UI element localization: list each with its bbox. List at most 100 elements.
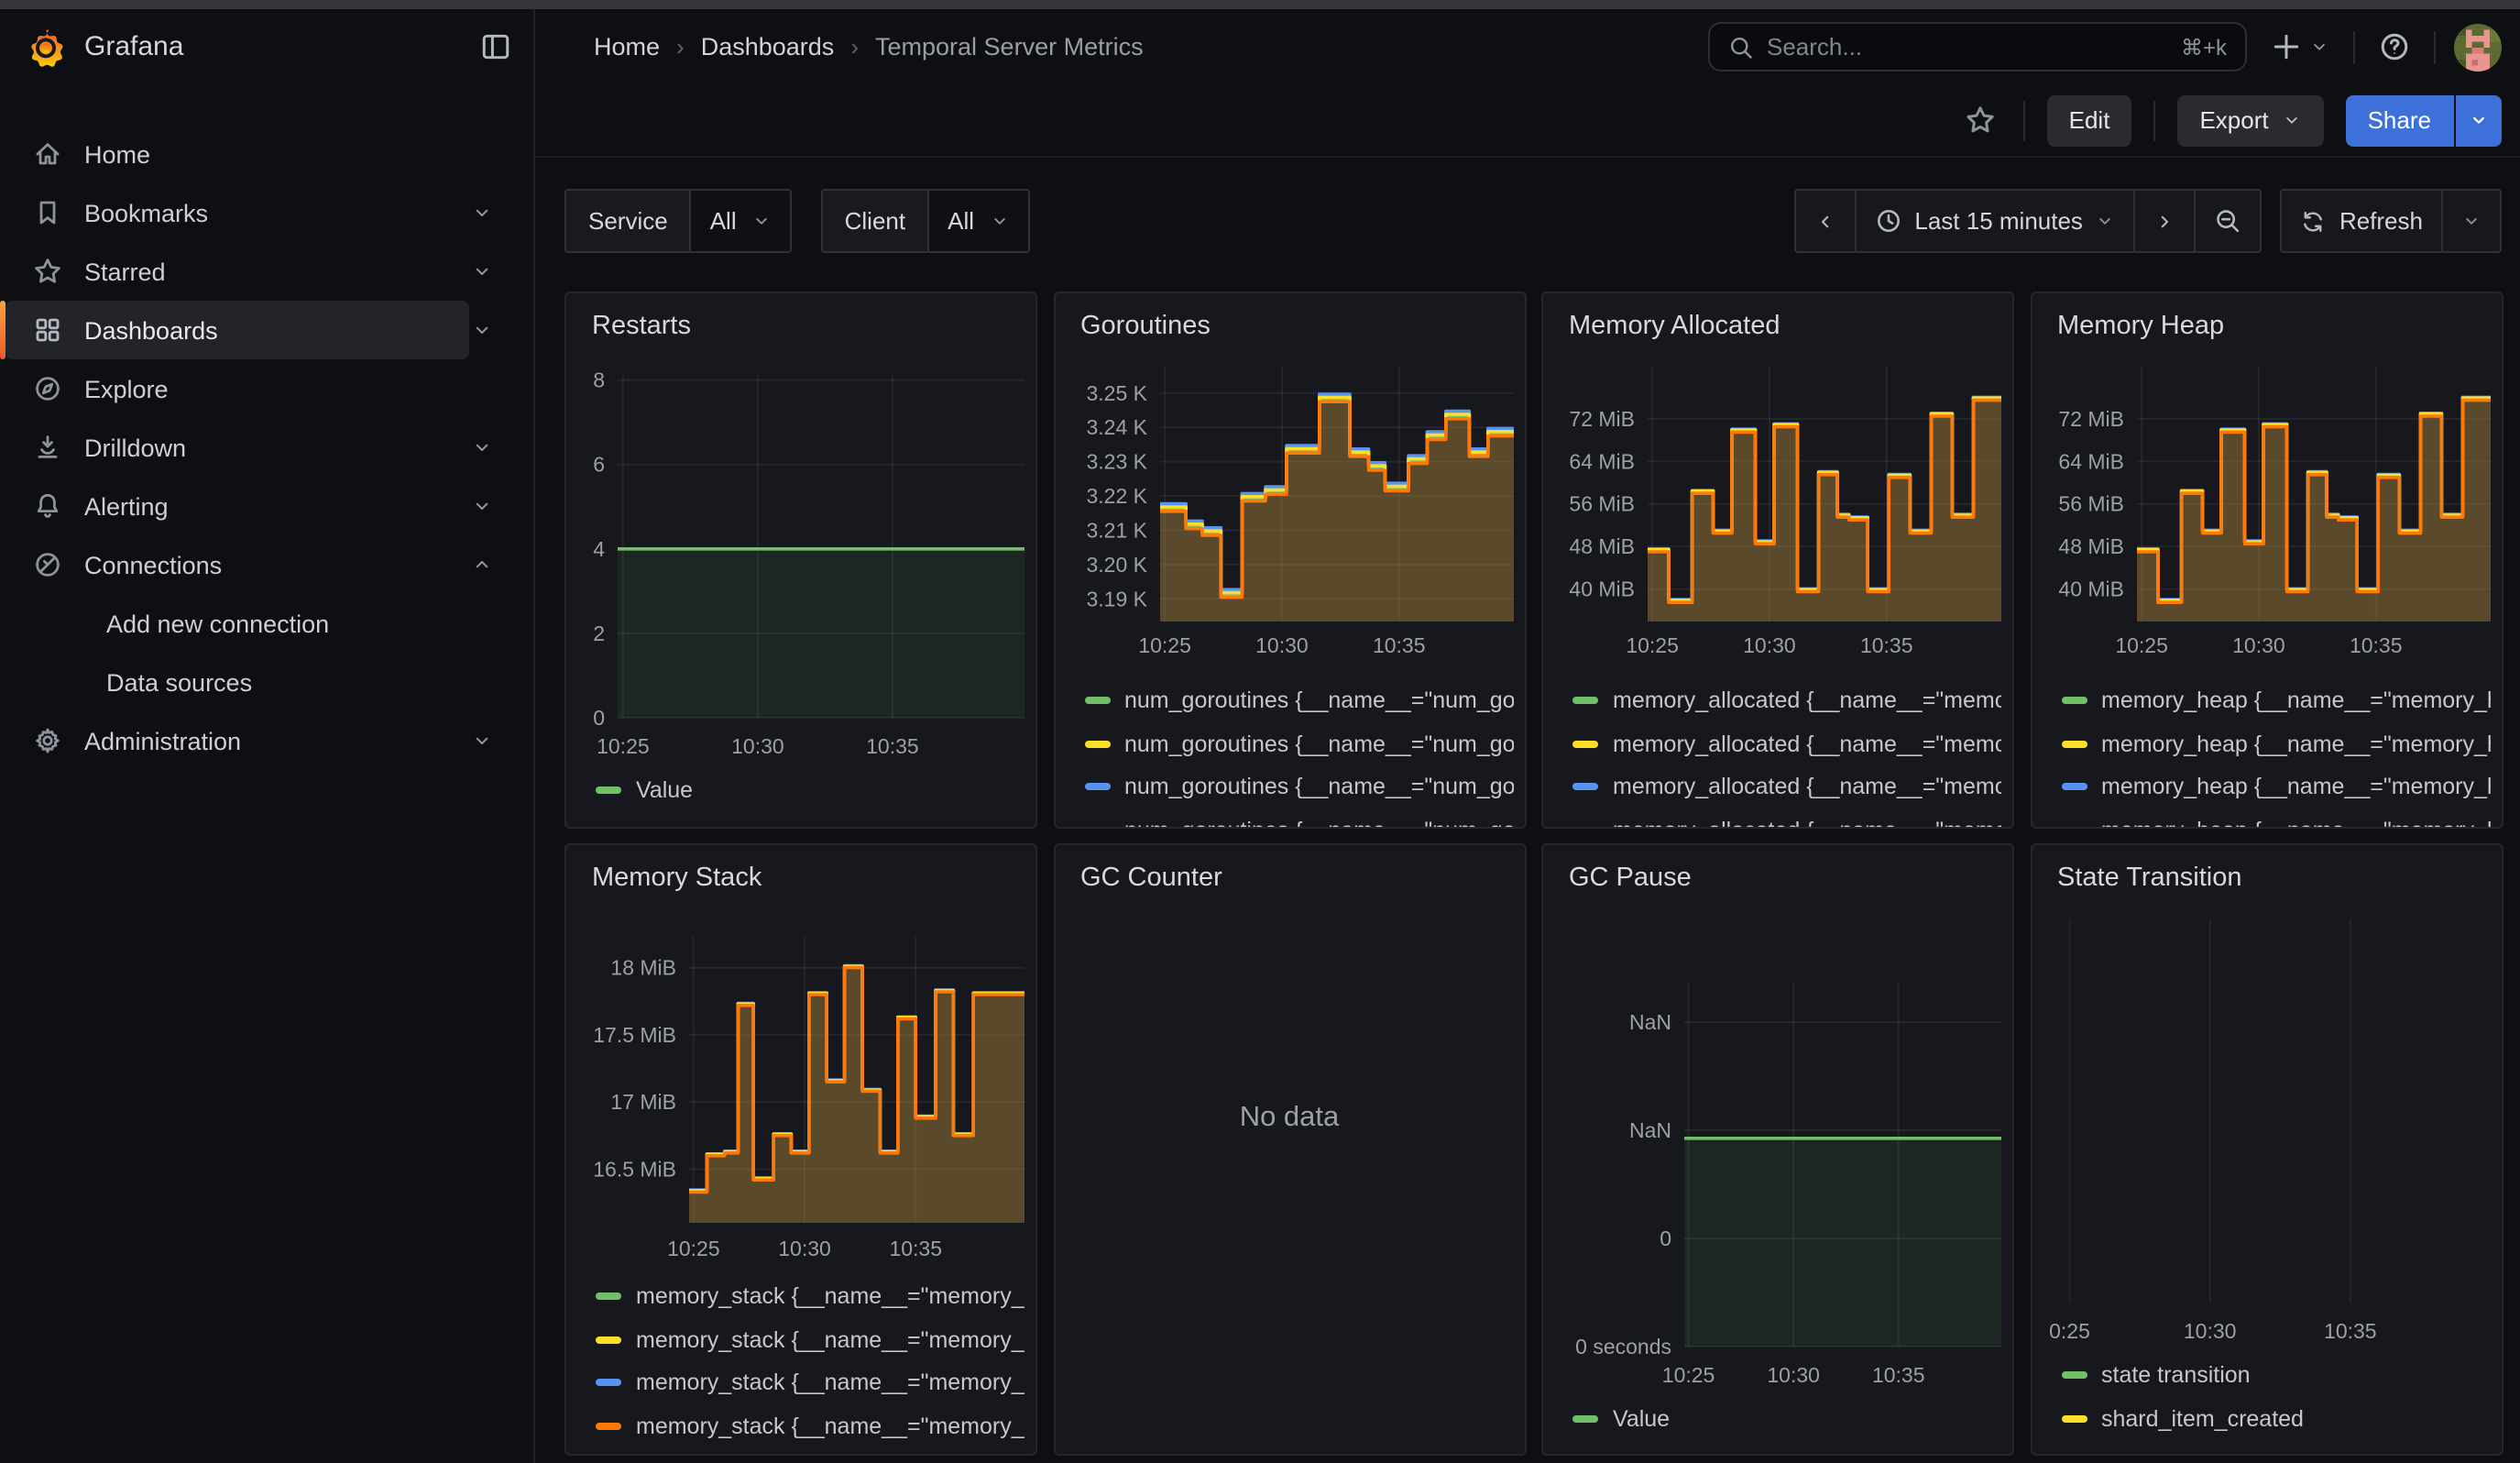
breadcrumb-separator: ›: [676, 33, 685, 60]
chevron-down-icon[interactable]: [471, 260, 493, 282]
chevron-down-icon[interactable]: [471, 202, 493, 224]
time-shift-back-button[interactable]: [1795, 191, 1854, 251]
svg-text:10:25: 10:25: [667, 1237, 720, 1260]
sidebar-item-add-new-connection[interactable]: Add new connection: [0, 594, 533, 653]
chart-canvas[interactable]: 0 seconds0NaNNaN10:2510:3010:35: [1543, 845, 2014, 1456]
time-range-picker[interactable]: Last 15 minutes: [1854, 191, 2134, 251]
breadcrumb-home[interactable]: Home: [594, 33, 660, 60]
sidebar-item-data-sources[interactable]: Data sources: [0, 653, 533, 711]
dashboards-grid-icon: [33, 315, 62, 345]
panel-restarts: Restarts Value0246810:2510:3010:35: [564, 291, 1037, 828]
chart-canvas[interactable]: 16.5 MiB17 MiB17.5 MiB18 MiB10:2510:3010…: [566, 845, 1037, 1456]
sidebar-item-bookmarks[interactable]: Bookmarks: [0, 183, 533, 242]
chevron-down-icon[interactable]: [471, 319, 493, 341]
sidebar-item-drilldown[interactable]: Drilldown: [0, 418, 533, 477]
sidebar-item-starred[interactable]: Starred: [0, 242, 533, 301]
chart-canvas[interactable]: 0:2510:3010:35: [2032, 845, 2503, 1456]
chevron-down-icon[interactable]: [471, 436, 493, 458]
user-avatar[interactable]: [2454, 23, 2502, 71]
service-variable-label: Service: [566, 191, 690, 251]
sidebar-item-dashboards[interactable]: Dashboards: [0, 301, 533, 359]
chevron-down-icon: [751, 211, 772, 231]
gear-icon: [33, 726, 62, 755]
favorite-star-button[interactable]: [1959, 96, 2001, 144]
export-button[interactable]: Export: [2177, 94, 2323, 146]
sidebar-item-connections[interactable]: Connections: [0, 535, 533, 594]
panel-memory-heap: Memory Heap memory_heap {__name__="memor…: [2030, 291, 2503, 828]
client-variable-select[interactable]: All: [927, 191, 1027, 251]
svg-text:6: 6: [593, 452, 605, 476]
brand-name[interactable]: Grafana: [84, 31, 480, 62]
nav-divider: [2434, 30, 2436, 63]
chart-canvas[interactable]: 0246810:2510:3010:35: [566, 292, 1037, 828]
svg-text:48 MiB: 48 MiB: [1569, 534, 1635, 557]
dashboard-toolbar: Edit Export Share: [535, 84, 2520, 158]
svg-text:3.22 K: 3.22 K: [1086, 483, 1147, 507]
panel-title[interactable]: GC Counter: [1080, 864, 1222, 893]
svg-text:0: 0: [1660, 1226, 1671, 1250]
help-icon: [2379, 31, 2410, 62]
grafana-logo[interactable]: [26, 27, 66, 67]
chevron-right-icon: [2154, 210, 2176, 232]
client-variable-label: Client: [823, 191, 928, 251]
svg-text:10:25: 10:25: [1662, 1363, 1715, 1387]
time-shift-forward-button[interactable]: [2134, 191, 2195, 251]
svg-text:10:35: 10:35: [2323, 1319, 2376, 1343]
chart-canvas[interactable]: 40 MiB48 MiB56 MiB64 MiB72 MiB10:2510:30…: [1543, 292, 2014, 828]
svg-text:3.23 K: 3.23 K: [1086, 449, 1147, 473]
sidebar-item-home[interactable]: Home: [0, 125, 533, 183]
svg-text:40 MiB: 40 MiB: [2057, 577, 2123, 600]
chevron-left-icon: [1813, 210, 1835, 232]
svg-text:10:35: 10:35: [1860, 632, 1913, 656]
svg-text:10:30: 10:30: [1743, 632, 1796, 656]
legend-swatch: [1084, 826, 1110, 828]
svg-text:10:30: 10:30: [1767, 1363, 1820, 1387]
help-button[interactable]: [2373, 23, 2416, 71]
zoom-out-time-button[interactable]: [2195, 191, 2261, 251]
grafana-app: Grafana Home › Dashboards › Temporal Ser…: [0, 0, 2520, 1463]
svg-text:64 MiB: 64 MiB: [2057, 448, 2123, 472]
breadcrumb-dashboards[interactable]: Dashboards: [701, 33, 835, 60]
chevron-down-icon[interactable]: [471, 730, 493, 752]
search-input[interactable]: Search... ⌘+k: [1708, 22, 2247, 72]
chevron-up-icon[interactable]: [471, 554, 493, 576]
svg-text:4: 4: [593, 536, 605, 560]
add-new-button[interactable]: [2265, 23, 2335, 71]
sidebar-item-alerting[interactable]: Alerting: [0, 477, 533, 535]
chevron-down-icon: [2461, 211, 2482, 231]
breadcrumb: Home › Dashboards › Temporal Server Metr…: [594, 33, 1144, 60]
connections-icon: [33, 550, 62, 579]
toolbar-divider: [2023, 100, 2025, 140]
chevron-down-icon[interactable]: [471, 495, 493, 517]
svg-text:72 MiB: 72 MiB: [2057, 406, 2123, 430]
panel-goroutines: Goroutines num_goroutines {__name__="num…: [1053, 291, 1526, 828]
chart-canvas[interactable]: 40 MiB48 MiB56 MiB64 MiB72 MiB10:2510:30…: [2032, 292, 2503, 828]
no-data-message: No data: [1055, 1102, 1524, 1135]
svg-text:10:30: 10:30: [1255, 632, 1308, 656]
svg-text:10:35: 10:35: [889, 1237, 942, 1260]
refresh-button[interactable]: Refresh: [2283, 191, 2441, 251]
sidebar-item-administration[interactable]: Administration: [0, 711, 533, 770]
edit-button[interactable]: Edit: [2047, 94, 2132, 146]
svg-text:10:25: 10:25: [1626, 632, 1679, 656]
svg-text:18 MiB: 18 MiB: [610, 956, 676, 980]
panel-memory-stack: Memory Stack memory_stack {__name__="mem…: [564, 843, 1037, 1456]
time-range-group: Last 15 minutes: [1793, 189, 2263, 253]
service-variable-select[interactable]: All: [690, 191, 790, 251]
sidebar-item-explore[interactable]: Explore: [0, 359, 533, 418]
svg-text:2: 2: [593, 621, 605, 644]
svg-text:64 MiB: 64 MiB: [1569, 448, 1635, 472]
svg-text:3.19 K: 3.19 K: [1086, 586, 1147, 610]
bookmark-icon: [33, 198, 62, 227]
dock-sidebar-icon[interactable]: [480, 31, 511, 62]
chart-canvas[interactable]: 3.19 K3.20 K3.21 K3.22 K3.23 K3.24 K3.25…: [1055, 292, 1526, 828]
sidebar-nav: Home Bookmarks Starred Dashboards Explor…: [0, 84, 535, 1463]
chevron-down-icon: [2309, 37, 2329, 57]
legend-swatch: [1572, 826, 1598, 828]
share-dropdown-button[interactable]: [2456, 94, 2502, 146]
svg-text:0:25: 0:25: [2048, 1319, 2089, 1343]
refresh-interval-dropdown[interactable]: [2441, 191, 2500, 251]
share-button[interactable]: Share: [2346, 94, 2453, 146]
panel-state-transition: State Transition state transitionshard_i…: [2030, 843, 2503, 1456]
svg-text:48 MiB: 48 MiB: [2057, 534, 2123, 557]
